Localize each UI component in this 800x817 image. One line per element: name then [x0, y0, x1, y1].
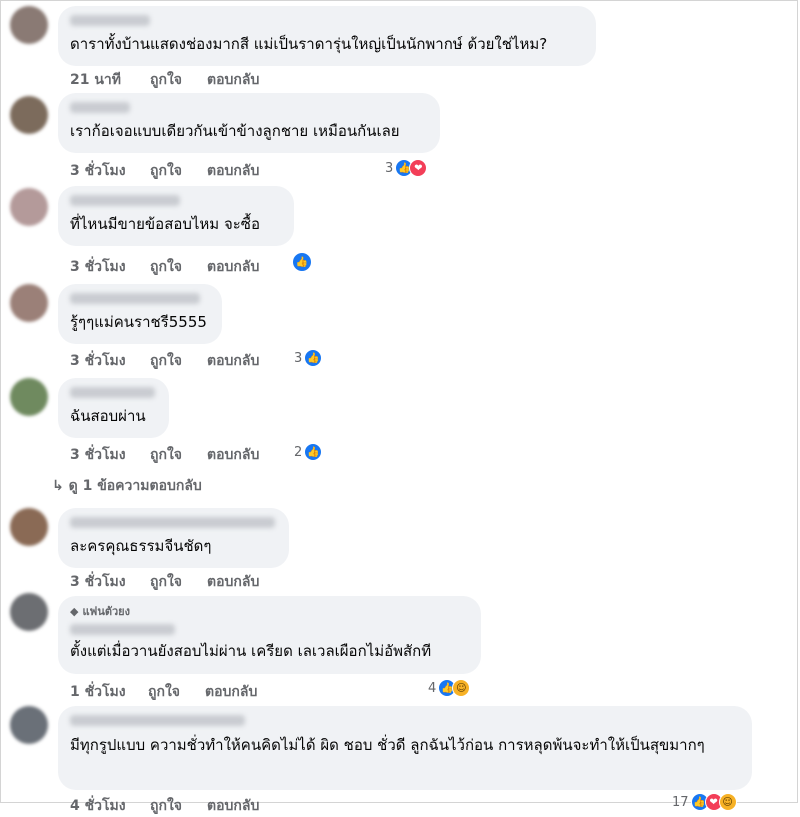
like-button[interactable]: ถูกใจ	[148, 681, 205, 703]
author-name[interactable]	[70, 102, 130, 113]
reaction-count: 17	[672, 794, 689, 810]
author-name[interactable]	[70, 517, 275, 528]
avatar[interactable]	[10, 6, 48, 44]
author-name[interactable]	[70, 624, 175, 635]
comment-time[interactable]: 3 ชั่วโมง	[70, 571, 150, 593]
comment-text: มีทุกรูปแบบ ความชั่วทำให้คนคิดไม่ได้ ผิด…	[70, 736, 705, 754]
diamond-icon: ◆	[70, 604, 79, 618]
reply-button[interactable]: ตอบกลับ	[207, 571, 259, 593]
avatar[interactable]	[10, 284, 48, 322]
reply-button[interactable]: ตอบกลับ	[207, 256, 259, 278]
like-icon: 👍	[292, 252, 312, 272]
view-replies-link[interactable]: ↳ ดู 1 ข้อความตอบกลับ	[52, 475, 202, 497]
comment-actions: 1 ชั่วโมง ถูกใจ ตอบกลับ	[70, 681, 257, 703]
reaction-count: 3	[294, 350, 303, 366]
reaction-count: 3	[385, 160, 394, 176]
comment-actions: 3 ชั่วโมง ถูกใจ ตอบกลับ	[70, 160, 259, 182]
avatar[interactable]	[10, 508, 48, 546]
author-name[interactable]	[70, 195, 180, 206]
reaction-summary[interactable]: 👍	[292, 252, 312, 272]
comment-actions: 3 ชั่วโมง ถูกใจ ตอบกลับ	[70, 256, 259, 278]
reaction-summary[interactable]: 17 👍 ❤ ☺	[672, 793, 737, 811]
author-name[interactable]	[70, 15, 150, 26]
reply-button[interactable]: ตอบกลับ	[207, 69, 259, 91]
comment-actions: 21 นาที ถูกใจ ตอบกลับ	[70, 69, 259, 91]
reply-arrow-icon: ↳	[52, 478, 64, 494]
avatar[interactable]	[10, 188, 48, 226]
comment-bubble: มีทุกรูปแบบ ความชั่วทำให้คนคิดไม่ได้ ผิด…	[58, 706, 752, 790]
comment-text: ตั้งแต่เมื่อวานยังสอบไม่ผ่าน เครียด เลเว…	[70, 642, 432, 660]
love-icon: ❤	[409, 159, 428, 177]
avatar[interactable]	[10, 96, 48, 134]
comment-bubble: เราก้อเจอแบบเดียวกันเข้าข้างลูกชาย เหมือ…	[58, 93, 440, 153]
comment-time[interactable]: 1 ชั่วโมง	[70, 681, 148, 703]
fan-badge: ◆ แฟนตัวยง	[70, 604, 131, 619]
avatar[interactable]	[10, 706, 48, 744]
comment-bubble: ดาราทั้งบ้านแสดงช่องมากสี แม่เป็นราดารุ่…	[58, 6, 596, 66]
comment-time[interactable]: 3 ชั่วโมง	[70, 444, 150, 466]
reaction-summary[interactable]: 3 👍 ❤	[385, 159, 428, 177]
avatar[interactable]	[10, 593, 48, 631]
reply-button[interactable]: ตอบกลับ	[207, 444, 259, 466]
like-button[interactable]: ถูกใจ	[150, 256, 207, 278]
comment-actions: 3 ชั่วโมง ถูกใจ ตอบกลับ	[70, 444, 259, 466]
author-name[interactable]	[70, 293, 200, 304]
like-button[interactable]: ถูกใจ	[150, 571, 207, 593]
reply-button[interactable]: ตอบกลับ	[207, 160, 259, 182]
comment-bubble: ฉันสอบผ่าน	[58, 378, 169, 438]
comment-bubble: ◆ แฟนตัวยง ตั้งแต่เมื่อวานยังสอบไม่ผ่าน …	[58, 596, 481, 674]
comment-actions: 3 ชั่วโมง ถูกใจ ตอบกลับ	[70, 350, 259, 372]
haha-icon: ☺	[452, 679, 471, 697]
author-name[interactable]	[70, 715, 245, 726]
comment-time[interactable]: 3 ชั่วโมง	[70, 350, 150, 372]
reaction-count: 2	[294, 444, 303, 460]
comment-text: รู้ๆๆแม่คนราชรี5555	[70, 313, 207, 331]
like-button[interactable]: ถูกใจ	[150, 350, 207, 372]
comment-bubble: ที่ไหนมีขายข้อสอบไหม จะซื้อ	[58, 186, 294, 246]
comment-bubble: ละครคุณธรรมจีนชัดๆ	[58, 508, 289, 568]
reply-button[interactable]: ตอบกลับ	[205, 681, 257, 703]
haha-icon: ☺	[718, 793, 737, 811]
reply-button[interactable]: ตอบกลับ	[207, 350, 259, 372]
reaction-summary[interactable]: 3 👍	[294, 349, 323, 367]
reply-button[interactable]: ตอบกลับ	[207, 795, 259, 817]
comment-text: ฉันสอบผ่าน	[70, 407, 146, 425]
reaction-count: 4	[428, 680, 437, 696]
like-button[interactable]: ถูกใจ	[150, 444, 207, 466]
comment-time[interactable]: 21 นาที	[70, 69, 150, 91]
comment-text: ที่ไหนมีขายข้อสอบไหม จะซื้อ	[70, 215, 260, 233]
author-name[interactable]	[70, 387, 155, 398]
comment-actions: 4 ชั่วโมง ถูกใจ ตอบกลับ	[70, 795, 259, 817]
like-button[interactable]: ถูกใจ	[150, 160, 207, 182]
like-icon: 👍	[304, 349, 323, 367]
like-button[interactable]: ถูกใจ	[150, 795, 207, 817]
comment-bubble: รู้ๆๆแม่คนราชรี5555	[58, 284, 222, 344]
comment-time[interactable]: 3 ชั่วโมง	[70, 160, 150, 182]
avatar[interactable]	[10, 378, 48, 416]
comment-actions: 3 ชั่วโมง ถูกใจ ตอบกลับ	[70, 571, 259, 593]
comment-text: ดาราทั้งบ้านแสดงช่องมากสี แม่เป็นราดารุ่…	[70, 35, 548, 53]
comment-text: ละครคุณธรรมจีนชัดๆ	[70, 537, 212, 555]
comment-text: เราก้อเจอแบบเดียวกันเข้าข้างลูกชาย เหมือ…	[70, 122, 400, 140]
like-button[interactable]: ถูกใจ	[150, 69, 207, 91]
comment-time[interactable]: 4 ชั่วโมง	[70, 795, 150, 817]
reaction-summary[interactable]: 4 👍 ☺	[428, 679, 471, 697]
like-icon: 👍	[304, 443, 323, 461]
comment-time[interactable]: 3 ชั่วโมง	[70, 256, 150, 278]
reaction-summary[interactable]: 2 👍	[294, 443, 323, 461]
